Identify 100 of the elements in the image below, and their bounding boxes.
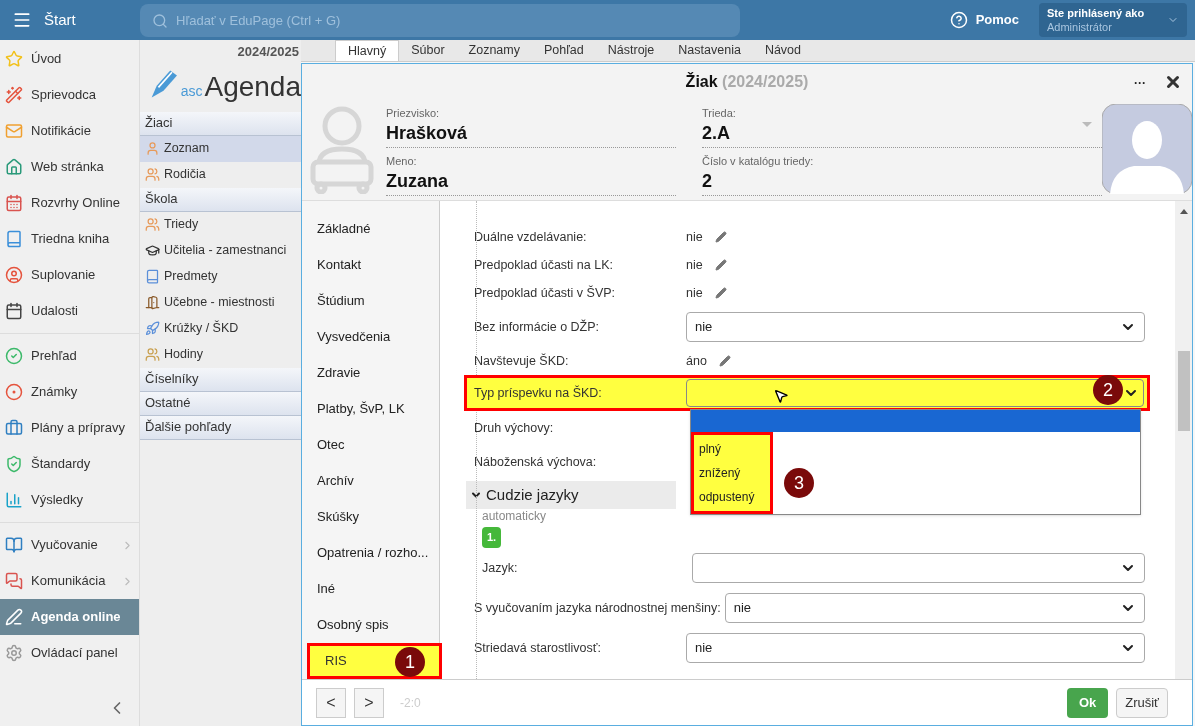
shield-icon bbox=[5, 455, 23, 473]
nav-item[interactable]: Opatrenia / rozho... bbox=[302, 535, 439, 571]
nav-item[interactable]: Zdravie bbox=[302, 355, 439, 391]
sidebar-item[interactable]: Triedna kniha bbox=[0, 221, 139, 257]
sidebar-item[interactable]: Úvod bbox=[0, 41, 139, 77]
nav-item[interactable]: Vysvedčenia bbox=[302, 319, 439, 355]
select-field[interactable]: nie bbox=[686, 633, 1145, 663]
dropdown-option[interactable]: odpustený bbox=[694, 485, 770, 509]
cursor-icon bbox=[773, 388, 789, 404]
sidebar-item[interactable]: Notifikácie bbox=[0, 113, 139, 149]
section-header[interactable]: Ostatné bbox=[140, 391, 301, 416]
list-item[interactable]: Krúžky / ŠKD bbox=[140, 315, 301, 342]
dropdown-option[interactable]: plný bbox=[694, 437, 770, 461]
info-field: Meno: Zuzana bbox=[386, 148, 676, 196]
sidebar-item[interactable]: Web stránka bbox=[0, 149, 139, 185]
field-label: Druh výchovy: bbox=[474, 419, 555, 437]
user-role: Administrátor bbox=[1047, 20, 1113, 34]
list-item[interactable]: Rodičia bbox=[140, 161, 301, 188]
nav-item[interactable]: Archív bbox=[302, 463, 439, 499]
tab[interactable]: Hlavný bbox=[335, 40, 400, 61]
tab[interactable]: Súbor bbox=[399, 40, 457, 61]
section-header[interactable]: Cudzie jazyky bbox=[466, 481, 676, 509]
graduation-cap-icon bbox=[145, 243, 160, 258]
sidebar-item[interactable]: Známky bbox=[0, 374, 139, 410]
rocket-icon bbox=[145, 321, 160, 336]
nav-item[interactable]: Základné bbox=[302, 211, 439, 247]
nav-item[interactable]: Skúšky bbox=[302, 499, 439, 535]
sidebar-item[interactable]: Výsledky bbox=[0, 482, 139, 518]
bar-chart-icon bbox=[5, 491, 23, 509]
sidebar-item[interactable]: Ovládací panel bbox=[0, 635, 139, 671]
number-marker: 3 bbox=[784, 468, 814, 498]
tab[interactable]: Pohľad bbox=[532, 40, 596, 61]
help-button[interactable]: Pomoc bbox=[949, 10, 1019, 30]
nav-item[interactable]: Štúdium bbox=[302, 283, 439, 319]
start-menu-button[interactable]: Štart bbox=[0, 0, 140, 40]
section-header[interactable]: Ďalšie pohľady bbox=[140, 415, 301, 440]
field-label: Striedavá starostlivosť: bbox=[474, 639, 602, 657]
list-item[interactable]: Predmety bbox=[140, 263, 301, 290]
nav-item[interactable]: RIS 1 bbox=[307, 643, 442, 679]
note-text: automaticky bbox=[482, 509, 548, 523]
sidebar-item[interactable]: Vyučovanie bbox=[0, 527, 139, 563]
list-item[interactable]: Zoznam bbox=[140, 135, 301, 162]
nav-item[interactable]: Iné bbox=[302, 571, 439, 607]
select-field[interactable] bbox=[692, 553, 1145, 583]
select-field[interactable]: nie bbox=[724, 593, 1145, 623]
edit-icon[interactable] bbox=[714, 287, 727, 299]
next-button[interactable]: > bbox=[354, 687, 384, 718]
search-icon bbox=[152, 12, 168, 29]
sidebar-item[interactable]: Agenda online bbox=[0, 599, 139, 635]
section-header[interactable]: Škola bbox=[140, 187, 301, 212]
edit-icon[interactable] bbox=[714, 259, 727, 271]
more-button[interactable]: ··· bbox=[1134, 74, 1146, 92]
close-icon[interactable] bbox=[1164, 73, 1182, 91]
section-header[interactable]: Žiaci bbox=[140, 111, 301, 136]
search-field[interactable]: Hľadať v EduPage (Ctrl + G) bbox=[140, 3, 740, 37]
sidebar-item[interactable]: Suplovanie bbox=[0, 257, 139, 293]
people-icon bbox=[145, 347, 160, 362]
sidebar-item[interactable]: Plány a prípravy bbox=[0, 410, 139, 446]
number-marker: 2 bbox=[1093, 375, 1123, 405]
field-label: Predpoklad účasti v ŠVP: bbox=[474, 284, 617, 302]
cancel-button[interactable]: Zrušiť bbox=[1116, 687, 1168, 718]
person-icon bbox=[5, 266, 23, 284]
list-item[interactable]: Učitelia - zamestnanci bbox=[140, 237, 301, 264]
user-menu[interactable]: Ste prihlásený ako Administrátor bbox=[1039, 3, 1187, 37]
field-label: Typ príspevku na ŠKD: bbox=[474, 384, 603, 402]
sidebar-item[interactable]: Štandardy bbox=[0, 446, 139, 482]
dropdown-option[interactable]: znížený bbox=[694, 461, 770, 485]
envelope-icon bbox=[5, 122, 23, 140]
menu-icon bbox=[12, 10, 32, 30]
list-item[interactable]: Triedy bbox=[140, 211, 301, 238]
nav-item[interactable]: Platby, ŠvP, LK bbox=[302, 391, 439, 427]
people-icon bbox=[145, 167, 160, 182]
book-icon bbox=[145, 269, 160, 284]
edit-icon[interactable] bbox=[714, 231, 727, 243]
section-header[interactable]: Číselníky bbox=[140, 367, 301, 392]
previous-button[interactable]: < bbox=[316, 687, 346, 718]
list-item[interactable]: Učebne - miestnosti bbox=[140, 289, 301, 316]
sidebar-item[interactable]: Udalosti bbox=[0, 293, 139, 329]
tab[interactable]: Nástroje bbox=[595, 40, 667, 61]
tab[interactable]: Návod bbox=[752, 40, 813, 61]
select-field[interactable] bbox=[686, 379, 1144, 407]
select-field[interactable]: nie bbox=[686, 312, 1145, 342]
nav-item[interactable]: Osobný spis bbox=[302, 607, 439, 643]
wand-icon bbox=[5, 86, 23, 104]
sidebar-item[interactable]: Rozvrhy Online bbox=[0, 185, 139, 221]
tab[interactable]: Zoznamy bbox=[456, 40, 532, 61]
help-icon bbox=[949, 11, 968, 29]
order-badge: 1. bbox=[482, 527, 502, 548]
tab[interactable]: Nastavenia bbox=[666, 40, 753, 61]
edit-icon[interactable] bbox=[718, 355, 731, 367]
sidebar-item[interactable]: Sprievodca bbox=[0, 77, 139, 113]
open-book-icon bbox=[5, 536, 23, 554]
nav-item[interactable]: Kontakt bbox=[302, 247, 439, 283]
sidebar-item[interactable]: Komunikácia bbox=[0, 563, 139, 599]
list-item[interactable]: Hodiny bbox=[140, 341, 301, 368]
people-icon bbox=[145, 217, 160, 232]
star-icon bbox=[5, 50, 23, 68]
field-label: Predpoklad účasti na LK: bbox=[474, 256, 614, 274]
sidebar-item[interactable]: Prehľad bbox=[0, 338, 139, 374]
nav-item[interactable]: Otec bbox=[302, 427, 439, 463]
